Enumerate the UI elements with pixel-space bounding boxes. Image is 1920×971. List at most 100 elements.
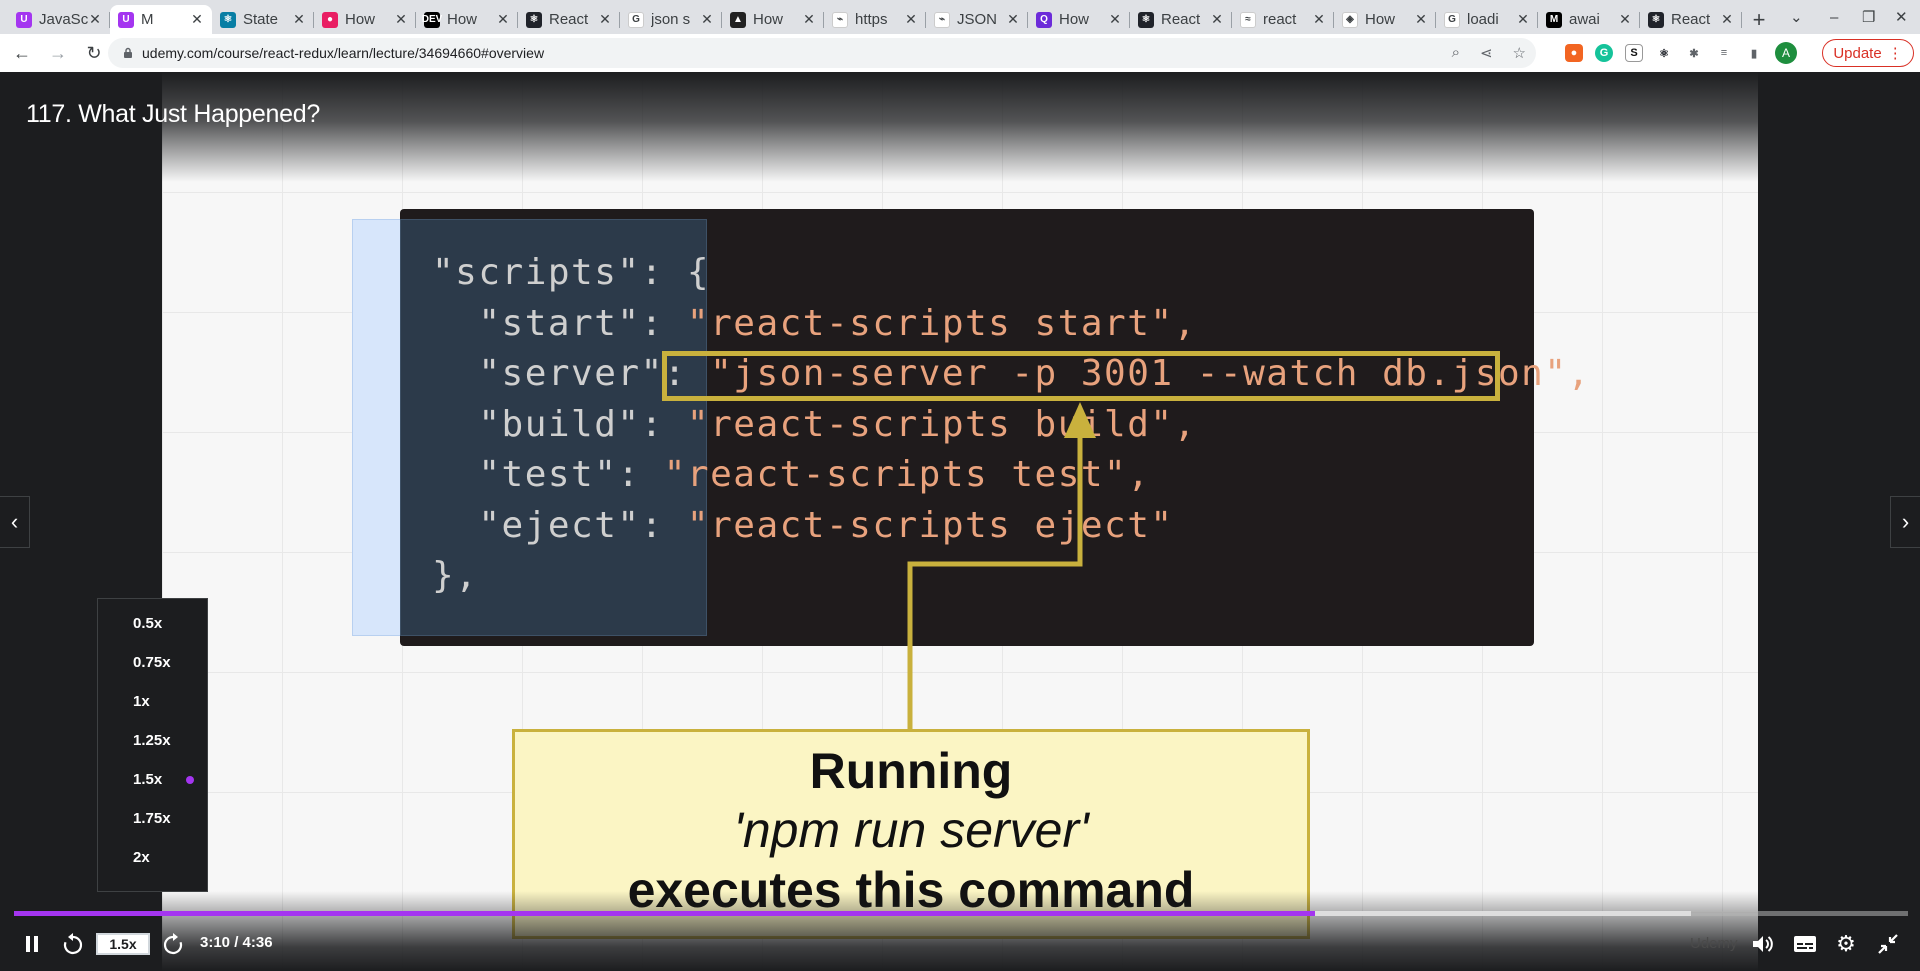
tab-close-icon[interactable]: ✕ xyxy=(88,11,102,28)
tab-close-icon[interactable]: ✕ xyxy=(1210,11,1224,28)
zoom-icon[interactable]: ⌕ xyxy=(1452,44,1460,62)
speed-option-label: 1x xyxy=(133,693,150,710)
minimize-icon[interactable]: – xyxy=(1830,0,1838,34)
browser-tab[interactable]: Gloadi ✕ xyxy=(1436,5,1538,34)
tab-title: https xyxy=(855,11,888,28)
exit-fullscreen-icon xyxy=(1878,934,1898,954)
tab-close-icon[interactable]: ✕ xyxy=(1516,11,1530,28)
side-panel-icon[interactable]: ▮ xyxy=(1745,44,1763,62)
browser-tab[interactable]: Gjson s ✕ xyxy=(620,5,722,34)
tab-close-icon[interactable]: ✕ xyxy=(1618,11,1632,28)
speed-option-label: 1.5x xyxy=(133,771,163,788)
address-bar[interactable]: udemy.com/course/react-redux/learn/lectu… xyxy=(108,38,1536,68)
browser-tab[interactable]: ≈ react ✕ xyxy=(1232,5,1334,34)
progress-bar[interactable] xyxy=(14,911,1908,916)
lecture-title: 117. What Just Happened? xyxy=(26,100,320,128)
browser-tab[interactable]: U M ✕ xyxy=(110,5,212,34)
puzzle-icon[interactable]: ✱ xyxy=(1685,44,1703,62)
udemy-watermark: Udemy xyxy=(1690,935,1738,952)
extension-s-icon[interactable]: S xyxy=(1625,44,1643,62)
speed-option[interactable]: 1.5x xyxy=(98,760,207,799)
close-window-icon[interactable]: ✕ xyxy=(1895,0,1908,34)
tab-title: M xyxy=(141,11,154,28)
browser-tab[interactable]: ⚛ React ✕ xyxy=(518,5,620,34)
speed-option-label: 2x xyxy=(133,849,150,866)
share-icon[interactable]: ⋖ xyxy=(1480,44,1493,62)
progress-played xyxy=(14,911,1315,916)
captions-icon xyxy=(1794,936,1816,952)
settings-button[interactable]: ⚙ xyxy=(1834,931,1858,956)
rewind-button[interactable] xyxy=(60,932,86,956)
tab-close-icon[interactable]: ✕ xyxy=(802,11,816,28)
previous-lecture-button[interactable]: ‹ xyxy=(0,496,30,548)
back-icon[interactable]: ← xyxy=(8,39,36,67)
browser-tab[interactable]: ▲ How ✕ xyxy=(722,5,824,34)
browser-tab[interactable]: Mawai ✕ xyxy=(1538,5,1640,34)
tab-close-icon[interactable]: ✕ xyxy=(496,11,510,28)
browser-tab[interactable]: ⚛ State ✕ xyxy=(212,5,314,34)
volume-icon xyxy=(1753,936,1773,952)
selected-dot-icon xyxy=(186,776,194,784)
browser-tab[interactable]: Q How ✕ xyxy=(1028,5,1130,34)
tab-close-icon[interactable]: ✕ xyxy=(1312,11,1326,28)
tab-close-icon[interactable]: ✕ xyxy=(292,11,306,28)
browser-tab[interactable]: ● How ✕ xyxy=(314,5,416,34)
extension-icon[interactable]: ● xyxy=(1565,44,1583,62)
browser-tab[interactable]: ⚛ React ✕ xyxy=(1640,5,1742,34)
tab-title: loadi xyxy=(1467,11,1499,28)
pause-button[interactable] xyxy=(22,934,42,954)
reading-list-icon[interactable]: ≡ xyxy=(1715,44,1733,62)
speed-option-label: 1.75x xyxy=(133,810,171,827)
tab-close-icon[interactable]: ✕ xyxy=(1108,11,1122,28)
profile-avatar[interactable]: A xyxy=(1775,42,1797,64)
tab-title: React xyxy=(1671,11,1711,28)
rewind-5-icon xyxy=(63,933,83,955)
forward-icon[interactable]: → xyxy=(44,39,72,67)
update-button[interactable]: Update ⋮ xyxy=(1822,39,1914,67)
video-player[interactable]: "scripts": { "start": "react-scripts sta… xyxy=(0,72,1920,971)
forward-button[interactable] xyxy=(160,932,186,956)
browser-tab[interactable]: U JavaScript✕ xyxy=(8,5,110,34)
tab-title: How xyxy=(1365,11,1396,28)
speed-option[interactable]: 2x xyxy=(98,838,207,877)
browser-tab[interactable]: ⚛ React ✕ xyxy=(1130,5,1232,34)
tab-title: React xyxy=(549,11,589,28)
tab-search-icon[interactable]: ⌄ xyxy=(1790,0,1803,34)
forward-5-icon xyxy=(163,933,183,955)
tab-close-icon[interactable]: ✕ xyxy=(700,11,714,28)
tab-close-icon[interactable]: ✕ xyxy=(1720,11,1734,28)
captions-button[interactable] xyxy=(1792,933,1818,955)
next-lecture-button[interactable]: › xyxy=(1890,496,1920,548)
tab-close-icon[interactable]: ✕ xyxy=(1006,11,1020,28)
volume-button[interactable] xyxy=(1751,933,1775,955)
new-tab-button[interactable]: + xyxy=(1742,5,1776,34)
restore-icon[interactable]: ❐ xyxy=(1862,0,1875,34)
speed-option[interactable]: 1.75x xyxy=(98,799,207,838)
browser-tab[interactable]: DEV How ✕ xyxy=(416,5,518,34)
browser-tab[interactable]: ⌁ https ✕ xyxy=(824,5,926,34)
reload-icon[interactable]: ↻ xyxy=(80,39,108,67)
exit-fullscreen-button[interactable] xyxy=(1876,932,1900,956)
tab-close-icon[interactable]: ✕ xyxy=(190,11,204,28)
speed-option[interactable]: 1.25x xyxy=(98,721,207,760)
bookmark-star-icon[interactable]: ☆ xyxy=(1513,44,1526,62)
tab-title: React xyxy=(1161,11,1201,28)
grammarly-icon[interactable]: G xyxy=(1595,44,1613,62)
browser-tab[interactable]: ⌁ JSON ✕ xyxy=(926,5,1028,34)
react-devtools-icon[interactable]: ⚛ xyxy=(1655,44,1673,62)
tab-favicon-icon: G xyxy=(628,11,644,28)
tab-favicon-icon: ⌁ xyxy=(832,11,848,28)
tab-close-icon[interactable]: ✕ xyxy=(904,11,918,28)
tab-close-icon[interactable]: ✕ xyxy=(1414,11,1428,28)
browser-tab[interactable]: ◈ How ✕ xyxy=(1334,5,1436,34)
tab-close-icon[interactable]: ✕ xyxy=(598,11,612,28)
playback-rate-button[interactable]: 1.5x xyxy=(96,933,150,955)
speed-option[interactable]: 0.75x xyxy=(98,643,207,682)
lock-icon xyxy=(124,47,132,58)
more-menu-icon: ⋮ xyxy=(1887,45,1903,62)
tab-close-icon[interactable]: ✕ xyxy=(394,11,408,28)
speed-option[interactable]: 1x xyxy=(98,682,207,721)
speed-option[interactable]: 0.5x xyxy=(98,604,207,643)
pause-icon xyxy=(26,936,38,952)
tab-title: How xyxy=(345,11,376,28)
